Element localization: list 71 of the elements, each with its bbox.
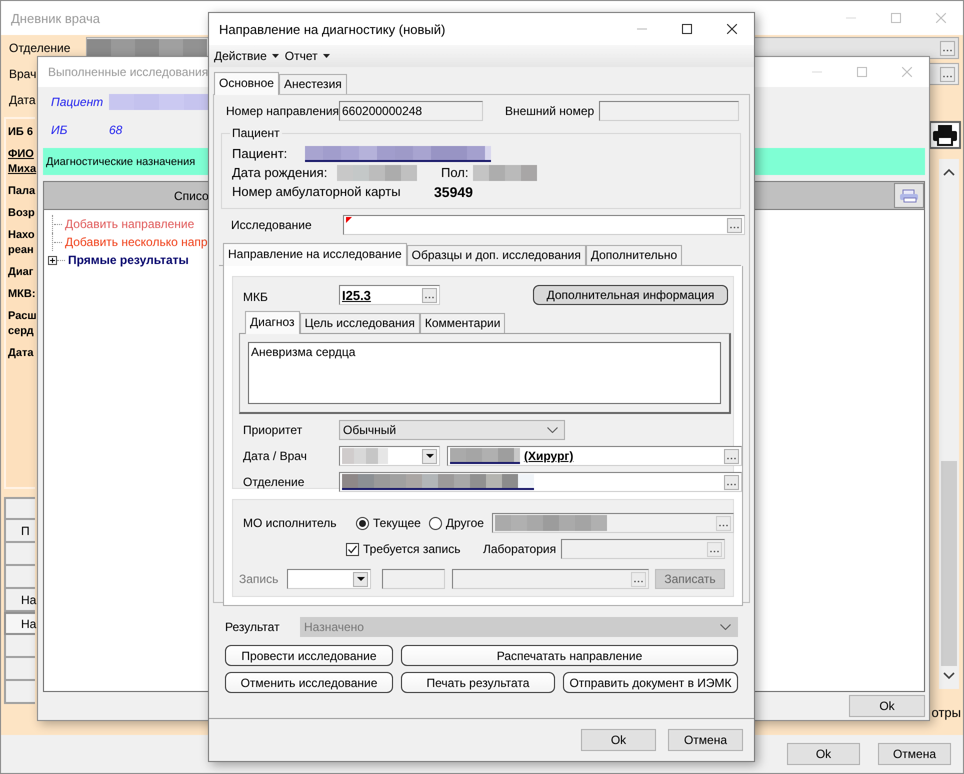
- tab[interactable]: Дополнительно: [586, 245, 682, 265]
- field-label: МКБ: [243, 289, 269, 304]
- book-button[interactable]: Записать: [655, 569, 725, 589]
- tab[interactable]: Цель исследования: [300, 313, 420, 333]
- number-field[interactable]: 660200000248: [339, 101, 483, 121]
- field-label: Дата / Врач: [243, 449, 308, 463]
- dialog-button[interactable]: Ok: [787, 743, 860, 765]
- tab[interactable]: Комментарии: [420, 313, 506, 333]
- card-number: 35949: [434, 184, 473, 200]
- action-button[interactable]: Провести исследование: [225, 645, 393, 666]
- checkbox[interactable]: Требуется запись: [346, 542, 483, 556]
- side-button[interactable]: На: [4, 612, 35, 635]
- field-label: Приоритет: [243, 423, 304, 437]
- field-label: Внешний номер: [505, 104, 596, 118]
- dialog-button[interactable]: Ok: [581, 729, 656, 751]
- tab[interactable]: Направление на исследование: [223, 243, 407, 266]
- tab[interactable]: Основное: [214, 72, 279, 95]
- radio-button[interactable]: Текущее: [356, 516, 421, 530]
- field-label: Номер направления: [226, 104, 339, 118]
- field-label: Исследование: [231, 218, 313, 232]
- info-button[interactable]: Дополнительная информация: [533, 285, 728, 305]
- info-label: Нахо реан: [8, 228, 35, 258]
- field-label: МО исполнитель: [243, 516, 338, 530]
- field-label: ИБ: [51, 122, 68, 136]
- info-label: Диаг: [8, 265, 34, 280]
- menu-item[interactable]: Отчет: [284, 49, 330, 63]
- tab-label: отры: [932, 705, 961, 720]
- field-label: Лаборатория: [483, 542, 558, 556]
- side-button[interactable]: П: [4, 520, 35, 543]
- window-title: Выполненные исследования: [47, 65, 210, 79]
- info-label: Возр: [8, 206, 35, 221]
- tab[interactable]: Диагноз: [245, 311, 300, 334]
- diagnosis-text-area[interactable]: Аневризма сердца: [248, 342, 721, 404]
- info-label: МКВ:: [8, 287, 36, 302]
- action-button[interactable]: Отправить документ в ИЭМК: [563, 672, 738, 693]
- tree-item[interactable]: Добавить несколько напр: [65, 234, 208, 250]
- tree-item[interactable]: Добавить направление: [65, 216, 194, 232]
- side-button[interactable]: На: [4, 589, 35, 612]
- patient-name-link[interactable]: ФИО Миха: [8, 147, 36, 177]
- doctor-field[interactable]: (Хирург): [447, 446, 742, 466]
- code-field[interactable]: I25.3: [339, 285, 440, 305]
- info-label: ИБ 6: [8, 125, 33, 140]
- field-label: Отделение: [243, 475, 306, 489]
- window-title: Дневник врача: [10, 10, 101, 26]
- dialog-button[interactable]: Отмена: [878, 743, 951, 765]
- field-label: Запись: [239, 572, 280, 586]
- field-label: Отделение: [9, 41, 70, 55]
- radio-button[interactable]: Другое: [428, 516, 484, 530]
- priority-dropdown[interactable]: Обычный: [339, 420, 565, 440]
- field-label: Номер амбулаторной карты: [232, 184, 402, 199]
- tab[interactable]: Анестезия: [278, 74, 347, 94]
- field-value: 68: [109, 122, 124, 136]
- dialog-button[interactable]: Ok: [849, 695, 925, 717]
- field-label: Результат: [225, 620, 281, 634]
- action-button[interactable]: Отменить исследование: [225, 672, 393, 693]
- field-label: Пациент:: [232, 146, 288, 161]
- info-label: Дата: [8, 346, 34, 361]
- column-header: Списо: [174, 188, 209, 202]
- action-button[interactable]: Распечатать направление: [401, 645, 738, 666]
- info-label: Расш серд: [8, 309, 37, 339]
- tab[interactable]: Образцы и доп. исследования: [406, 245, 586, 265]
- tree-item[interactable]: Прямые результаты: [68, 252, 189, 268]
- group-title: Пациент: [230, 126, 282, 140]
- window-title: Направление на диагностику (новый): [218, 22, 446, 36]
- menu-item[interactable]: Действие: [214, 49, 279, 63]
- field-label: Врач: [9, 67, 36, 81]
- dialog-button[interactable]: Отмена: [668, 729, 743, 751]
- info-label: Пала: [8, 184, 36, 199]
- field-label: Пациент: [51, 94, 104, 108]
- field-label: Дата: [9, 93, 36, 107]
- action-button[interactable]: Печать результата: [401, 672, 555, 693]
